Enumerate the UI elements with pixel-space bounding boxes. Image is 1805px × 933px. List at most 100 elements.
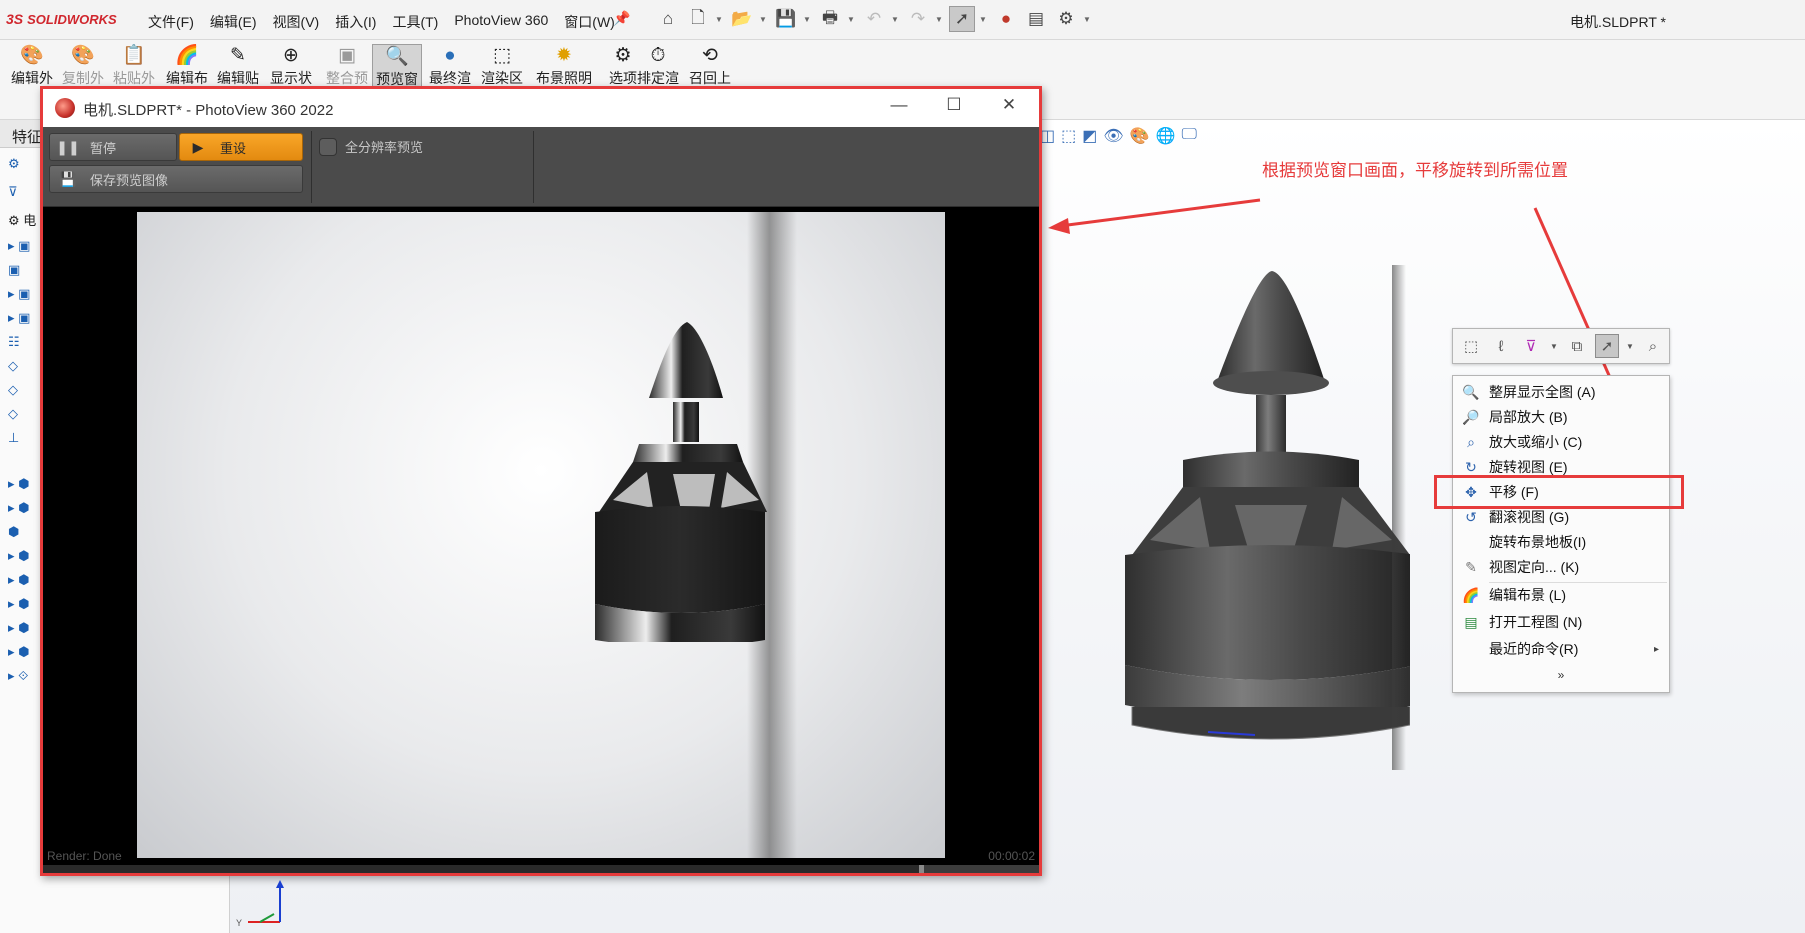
magnify-icon[interactable]: ⌕ [1641,334,1665,358]
tree-node-icon[interactable]: ◇ [8,406,18,422]
submenu-arrow-icon: ▸ [1653,643,1659,655]
chevron-down-icon[interactable]: ▼ [847,15,857,24]
view-orientation-icon[interactable]: ⬚ [1061,126,1076,146]
box-select-icon[interactable]: ⬚ [1459,334,1483,358]
redo-icon[interactable]: ↷ [905,6,931,32]
chevron-down-icon[interactable]: ▼ [935,15,945,24]
menu-item-edit-scene[interactable]: 🌈 编辑布景 (L) [1453,583,1669,607]
tree-node-icon[interactable]: ▸ ▣ [8,310,30,326]
tree-node-icon[interactable]: ▸ ⬢ [8,644,30,660]
copy-appearance-button[interactable]: 🎨 复制外 [58,44,108,88]
open-icon[interactable]: 📂 [729,6,755,32]
tree-node-icon[interactable]: ▸ ⟐ [8,668,28,684]
close-icon[interactable]: ✕ [989,95,1029,121]
chevron-down-icon[interactable]: ▼ [1625,334,1635,358]
section-view-icon[interactable]: ◫ [1040,126,1055,146]
menu-item-zoom-to-fit[interactable]: 🔍 整屏显示全图 (A) [1453,380,1669,404]
heads-up-view-toolbar: ◫ ⬚ ◩ 👁 🎨 🌐 🖵 [1040,126,1197,146]
edit-appearance-button[interactable]: 🎨 编辑外 [7,44,57,88]
tree-node-icon[interactable]: ▸ ⬢ [8,572,30,588]
expand-menu-icon[interactable]: » [1453,668,1669,682]
final-render-button[interactable]: ● 最终渲 [425,44,475,88]
menu-view[interactable]: 视图(V) [265,12,328,32]
tree-node-icon[interactable]: ▸ ⬢ [8,476,30,492]
minimize-icon[interactable]: — [879,95,919,121]
lasso-select-icon[interactable]: ℓ [1489,334,1513,358]
chevron-down-icon[interactable]: ▼ [759,15,769,24]
apply-scene-icon[interactable]: 🌐 [1156,126,1176,146]
edit-decal-button[interactable]: ✎ 编辑贴 [213,44,263,88]
menu-item-zoom-in-out[interactable]: ⌕ 放大或缩小 (C) [1453,430,1669,454]
chevron-down-icon[interactable]: ▼ [1083,15,1093,24]
preview-window-button[interactable]: 🔍 预览窗 [372,44,422,90]
save-icon[interactable]: 💾 [773,6,799,32]
menu-item-label: 旋转视图 (E) [1489,459,1568,475]
menu-insert[interactable]: 插入(I) [327,12,384,32]
display-style-icon[interactable]: ◩ [1082,126,1097,146]
menu-edit[interactable]: 编辑(E) [202,12,265,32]
select-icon[interactable]: ➚ [949,6,975,32]
render-progress-bar [43,865,1039,873]
photoview-window: 电机.SLDPRT* - PhotoView 360 2022 — ☐ ✕ ❚❚… [40,86,1042,876]
chevron-down-icon[interactable]: ▼ [715,15,725,24]
file-properties-icon[interactable]: ▤ [1023,6,1049,32]
menu-file[interactable]: 文件(F) [140,12,202,32]
hide-show-icon[interactable]: 👁 [1103,126,1123,146]
maximize-icon[interactable]: ☐ [934,95,974,121]
chevron-down-icon[interactable]: ▼ [803,15,813,24]
schedule-render-button[interactable]: ⏱ 排定渲 [633,44,683,88]
chevron-down-icon[interactable]: ▼ [979,15,989,24]
select-icon[interactable]: ➚ [1595,334,1619,358]
menu-item-recent-commands[interactable]: 最近的命令(R) ▸ [1453,637,1669,661]
tab-features[interactable]: 特征 [12,126,42,147]
tree-node-icon[interactable]: ▸ ⬢ [8,596,30,612]
traffic-light-icon[interactable]: ● [993,6,1019,32]
edit-appearance-icon[interactable]: 🎨 [1130,126,1150,146]
undo-icon[interactable]: ↶ [861,6,887,32]
scene-lighting-button[interactable]: ✹ 布景照明 [532,44,596,88]
edit-scene-button[interactable]: 🌈 编辑布 [162,44,212,88]
menu-photoview[interactable]: PhotoView 360 [446,12,556,32]
menu-item-zoom-to-area[interactable]: 🔎 局部放大 (B) [1453,405,1669,429]
selection-filter-icon[interactable]: ⊽ [1519,334,1543,358]
new-document-icon[interactable]: 🗋 [685,6,711,32]
pin-icon[interactable]: 📌 [613,10,630,27]
view-settings-icon[interactable]: 🖵 [1182,126,1197,146]
tree-root[interactable]: ⚙ 电 [8,210,36,229]
tree-node-icon[interactable]: ▣ [8,262,20,278]
reset-button[interactable]: ▶ 重设 [179,133,303,161]
tree-node-icon[interactable]: ▸ ⬢ [8,620,30,636]
tree-node-icon[interactable]: ☷ [8,334,20,350]
menu-item-view-orientation[interactable]: ✎ 视图定向... (K) [1453,555,1669,579]
tree-node-icon[interactable]: ⊥ [8,430,19,446]
full-resolution-checkbox[interactable]: 全分辨率预览 [319,137,423,156]
display-states-button[interactable]: ⊕ 显示状 [266,44,316,88]
tree-node-icon[interactable]: ◇ [8,382,18,398]
chevron-down-icon[interactable]: ▼ [1549,334,1559,358]
tree-node-icon[interactable]: ▸ ▣ [8,286,30,302]
options-gear-icon[interactable]: ⚙ [1053,6,1079,32]
edit-scene-icon: 🌈 [1462,586,1480,603]
tree-node-icon[interactable]: ▸ ⬢ [8,500,30,516]
tree-node-icon[interactable]: ◇ [8,358,18,374]
recall-last-render-button[interactable]: ⟲ 召回上 [685,44,735,88]
tree-node-icon[interactable]: ⬢ [8,524,19,540]
menu-item-open-drawing[interactable]: ▤ 打开工程图 (N) [1453,610,1669,634]
tree-node-icon[interactable]: ▸ ⬢ [8,548,30,564]
component-icon[interactable]: ⧉ [1565,334,1589,358]
menu-tools[interactable]: 工具(T) [384,12,446,32]
part-icon[interactable]: ⚙ [8,156,20,172]
integrated-preview-button[interactable]: ▣ 整合预 [322,44,372,88]
paste-appearance-button[interactable]: 📋 粘贴外 [109,44,159,88]
render-viewport[interactable]: Render: Done 00:00:02 [43,207,1039,873]
save-preview-image-button[interactable]: 💾 保存预览图像 [49,165,303,193]
filter-icon[interactable]: ⊽ [8,184,18,200]
pause-button[interactable]: ❚❚ 暂停 [49,133,177,161]
chevron-down-icon[interactable]: ▼ [891,15,901,24]
document-title: 电机.SLDPRT * [1570,14,1666,30]
home-icon[interactable]: ⌂ [655,6,681,32]
render-region-button[interactable]: ⬚ 渲染区 [477,44,527,88]
print-icon[interactable]: 🖶 [817,6,843,32]
menu-item-rotate-scene-floor[interactable]: 旋转布景地板(I) [1453,530,1669,554]
tree-node-icon[interactable]: ▸ ▣ [8,238,30,254]
